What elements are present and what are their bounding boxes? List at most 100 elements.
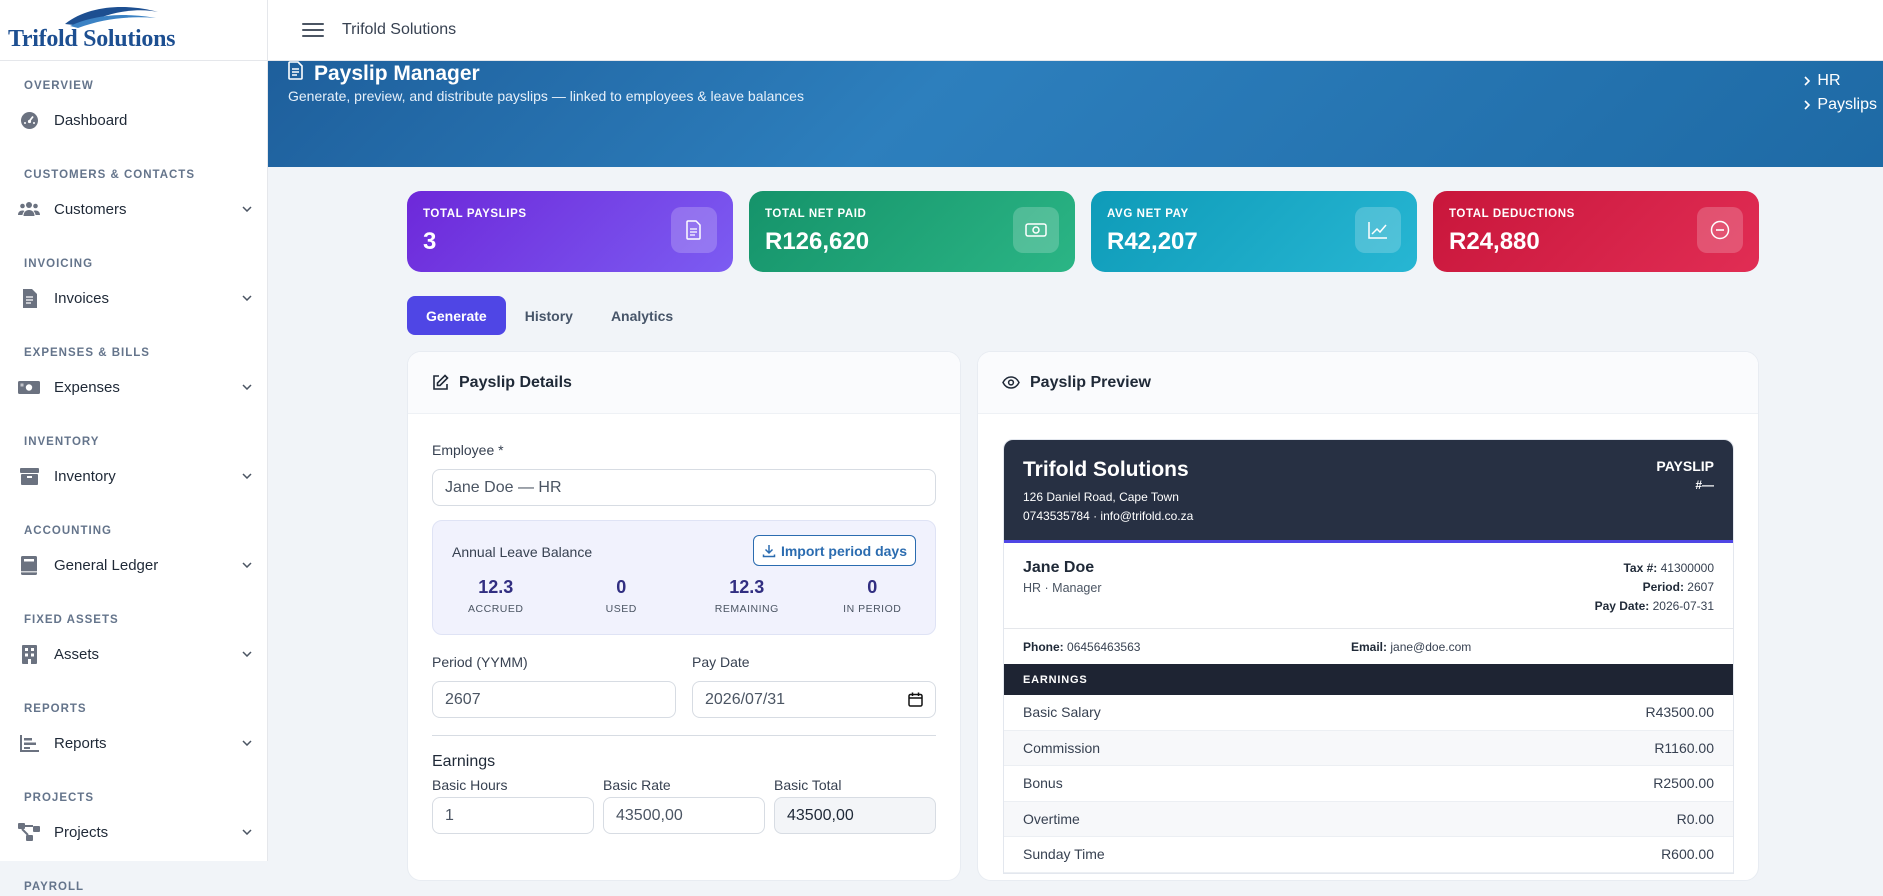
payslip-document: Trifold Solutions 126 Daniel Road, Cape … <box>1003 439 1734 874</box>
chevron-down-icon <box>242 473 252 479</box>
breadcrumb-item-hr[interactable]: HR <box>1804 69 1877 93</box>
expand-toggle[interactable] <box>227 206 267 212</box>
earnings-row: Sunday Time R600.00 <box>1004 837 1733 873</box>
tab-generate[interactable]: Generate <box>407 296 506 335</box>
chevron-down-icon <box>242 562 252 568</box>
edit-icon <box>432 374 449 391</box>
topbar-brand: Trifold Solutions <box>342 21 457 38</box>
users-icon <box>18 198 40 220</box>
sidebar-section-title: REPORTS <box>24 703 87 715</box>
sidebar-item-label: Dashboard <box>54 111 128 129</box>
tab-bar: Generate History Analytics <box>407 296 692 335</box>
page-header-banner: Payslip Manager Generate, preview, and d… <box>268 61 1883 167</box>
expand-toggle[interactable] <box>227 740 267 746</box>
chevron-down-icon <box>242 384 252 390</box>
chevron-down-icon <box>242 651 252 657</box>
stat-card-avg-net-pay: AVG NET PAY R42,207 <box>1091 191 1417 272</box>
sidebar-section-title: FIXED ASSETS <box>24 614 119 626</box>
earnings-amount: R0.00 <box>1676 810 1714 827</box>
leave-stats: 12.3 ACCRUED 0 USED 12.3 REMAINING 0 IN PERI… <box>433 577 935 615</box>
sidebar-section-title: OVERVIEW <box>24 80 94 92</box>
sidebar-item-assets[interactable]: Assets <box>0 635 267 673</box>
menu-toggle-icon[interactable] <box>302 19 324 41</box>
basic-total-label: Basic Total <box>774 777 842 793</box>
expand-toggle[interactable] <box>227 651 267 657</box>
chevron-right-icon <box>1804 100 1811 110</box>
period-row: Period (YYMM) 2607 Pay Date 2026/07/31 <box>432 654 936 718</box>
book-icon <box>18 554 40 576</box>
chevron-down-icon <box>242 740 252 746</box>
basic-rate-input[interactable]: 43500,00 <box>603 797 765 834</box>
sidebar-item-general-ledger[interactable]: General Ledger <box>0 546 267 584</box>
box-icon <box>18 465 40 487</box>
sidebar-item-invoices[interactable]: Invoices <box>0 279 267 317</box>
earnings-amount: R2500.00 <box>1653 775 1714 792</box>
breadcrumb: HR Payslips <box>1804 69 1877 117</box>
company-contact: 0743535784 · info@trifold.co.za <box>1023 509 1194 523</box>
payslip-meta: Tax #: 41300000 Period: 2607 Pay Date: 2… <box>1594 561 1714 613</box>
expand-toggle[interactable] <box>227 562 267 568</box>
sidebar-section-title: ACCOUNTING <box>24 525 112 537</box>
page-title: Payslip Manager <box>314 61 480 85</box>
company-details: 126 Daniel Road, Cape Town 0743535784 · … <box>1023 488 1193 526</box>
import-period-days-button[interactable]: Import period days <box>752 535 916 566</box>
logo[interactable]: Trifold Solutions <box>0 0 267 61</box>
company-name: Trifold Solutions <box>1023 458 1189 481</box>
panel-header: Payslip Preview <box>978 352 1758 414</box>
employee-phone: Phone: 06456463563 <box>1023 639 1141 654</box>
earnings-label: Overtime <box>1023 810 1080 827</box>
leave-stat-used: 0 USED <box>605 577 637 615</box>
tab-history[interactable]: History <box>506 296 592 335</box>
sidebar-item-dashboard[interactable]: Dashboard <box>0 101 267 139</box>
earnings-title: Earnings <box>432 753 496 770</box>
pay-date-group: Pay Date 2026/07/31 <box>692 654 936 718</box>
breadcrumb-item-payslips[interactable]: Payslips <box>1804 93 1877 117</box>
employee-role: HR · Manager <box>1023 581 1102 595</box>
side-nav: OVERVIEW Dashboard CUSTOMERS & CONTACTS Cus… <box>0 61 267 896</box>
payslip-form: Employee * Jane Doe — HR Annual Leave Ba… <box>408 442 960 834</box>
period-input[interactable]: 2607 <box>432 681 676 718</box>
earnings-row: Commission R1160.00 <box>1004 730 1733 766</box>
earnings-header: EARNINGS <box>1004 664 1733 695</box>
sidebar-item-reports[interactable]: Reports <box>0 724 267 762</box>
minus-circle-icon <box>1697 207 1743 253</box>
panel-title: Payslip Preview <box>1030 373 1151 391</box>
leave-balance-box: Annual Leave Balance Import period days … <box>432 520 936 635</box>
expand-toggle[interactable] <box>227 829 267 835</box>
download-icon <box>762 544 776 557</box>
basic-hours-label: Basic Hours <box>432 777 508 793</box>
sidebar-item-expenses[interactable]: Expenses <box>0 368 267 406</box>
sidebar-item-label: Inventory <box>54 467 116 485</box>
sidebar-item-projects[interactable]: Projects <box>0 813 267 851</box>
earnings-list: Basic Salary R43500.00 Commission R1160.00 B… <box>1004 695 1733 873</box>
pay-date-label: Pay Date <box>692 654 750 670</box>
period-group: Period (YYMM) 2607 <box>432 654 676 718</box>
pay-date-input[interactable]: 2026/07/31 <box>692 681 936 718</box>
sidebar-section-title: INVOICING <box>24 258 94 270</box>
calendar-icon[interactable] <box>908 692 923 707</box>
leave-stat-remaining: 12.3 REMAINING <box>714 577 779 615</box>
money-bill-icon <box>18 376 40 398</box>
sidebar-section-title: PROJECTS <box>24 792 94 804</box>
employee-select[interactable]: Jane Doe — HR <box>432 469 936 506</box>
earnings-label: Bonus <box>1023 775 1063 792</box>
basic-hours-input[interactable]: 1 <box>432 797 594 834</box>
company-address: 126 Daniel Road, Cape Town <box>1023 490 1179 504</box>
expand-toggle[interactable] <box>227 384 267 390</box>
employee-name: Jane Doe <box>1023 559 1095 576</box>
sidebar-item-inventory[interactable]: Inventory <box>0 457 267 495</box>
trend-up-icon <box>1355 207 1401 253</box>
sidebar-section-title: INVENTORY <box>24 436 100 448</box>
expand-toggle[interactable] <box>227 473 267 479</box>
gauge-icon <box>18 109 40 131</box>
basic-rate-label: Basic Rate <box>603 777 671 793</box>
divider <box>432 735 936 736</box>
employee-info: Jane Doe HR · Manager Tax #: 41300000 Pe… <box>1004 543 1733 629</box>
earnings-row: Basic Salary R43500.00 <box>1004 695 1733 731</box>
sidebar: Trifold Solutions OVERVIEW Dashboard CUSTO… <box>0 0 268 893</box>
expand-toggle[interactable] <box>227 295 267 301</box>
stat-card-total-deductions: TOTAL DEDUCTIONS R24,880 <box>1433 191 1759 272</box>
sidebar-item-customers[interactable]: Customers <box>0 190 267 228</box>
tab-analytics[interactable]: Analytics <box>592 296 692 335</box>
pay-date-value: 2026/07/31 <box>705 690 786 708</box>
